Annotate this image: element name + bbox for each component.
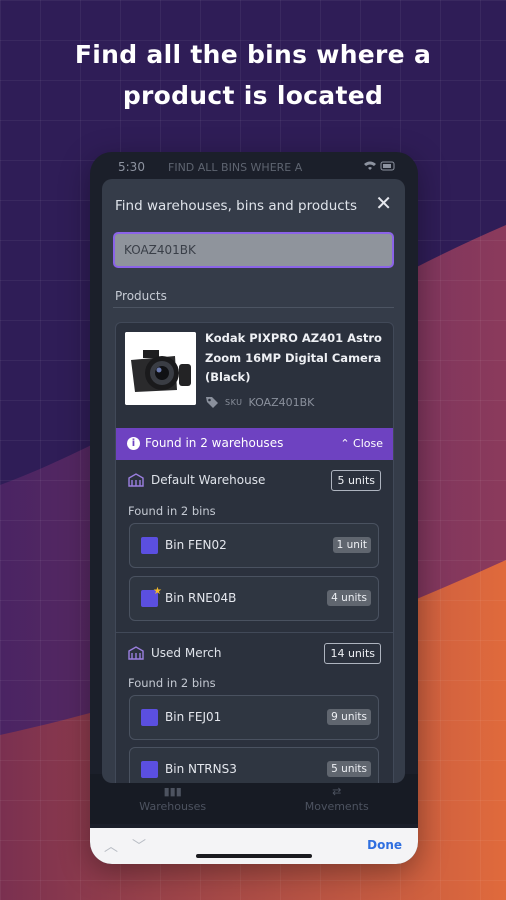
info-icon: i <box>127 437 140 450</box>
bin-icon <box>141 761 158 778</box>
product-card: Kodak PIXPRO AZ401 Astro Zoom 16MP Digit… <box>115 322 394 783</box>
wifi-icon <box>364 161 376 170</box>
bin-row[interactable]: ★ Bin RNE04B 4 units <box>129 576 379 621</box>
bin-row[interactable]: Bin FEN02 1 unit <box>129 523 379 568</box>
bin-units-badge: 4 units <box>327 590 371 606</box>
tab-warehouses[interactable]: ▮▮▮ Warehouses <box>139 785 206 813</box>
modal-title: Find warehouses, bins and products <box>115 198 357 214</box>
bin-row[interactable]: Bin NTRNS3 5 units <box>129 747 379 783</box>
found-in-bins-label: Found in 2 bins <box>128 504 216 518</box>
search-modal: Find warehouses, bins and products ✕ Pro… <box>102 179 405 783</box>
tabbar-warehouses-icon: ▮▮▮ <box>163 785 182 798</box>
status-time: 5:30 <box>118 160 145 174</box>
section-label-products: Products <box>115 289 167 303</box>
warehouse-divider <box>116 632 393 633</box>
warehouse-row[interactable]: Default Warehouse <box>128 473 265 487</box>
tab-movements[interactable]: ⇄ Movements <box>305 785 369 813</box>
found-banner-text: Found in 2 warehouses <box>145 436 284 450</box>
bin-name: Bin FEN02 <box>165 538 227 552</box>
done-button[interactable]: Done <box>367 838 402 852</box>
bin-units-badge: 1 unit <box>332 537 371 553</box>
status-icons <box>362 160 396 178</box>
tab-movements-label: Movements <box>304 800 369 813</box>
star-icon: ★ <box>153 586 162 597</box>
phone-frame: 5:30 FIND ALL BINS WHERE A ▮▮▮ Warehouse… <box>90 152 418 864</box>
bin-name: Bin NTRNS3 <box>165 762 237 776</box>
status-title: FIND ALL BINS WHERE A <box>168 161 303 174</box>
bin-name: Bin RNE04B <box>165 591 237 605</box>
next-field-chevron-down-icon[interactable]: ﹀ <box>132 836 146 856</box>
sku-label: SKU <box>225 397 243 407</box>
warehouse-units-badge: 14 units <box>324 643 381 664</box>
headline-line-2: product is located <box>122 81 384 110</box>
close-banner-label: Close <box>353 437 383 450</box>
bin-icon <box>141 537 158 554</box>
headline-line-1: Find all the bins where a <box>74 40 432 69</box>
tab-warehouses-label: Warehouses <box>139 800 207 813</box>
home-indicator <box>196 854 312 858</box>
warehouse-name: Default Warehouse <box>151 473 266 487</box>
bin-units-badge: 5 units <box>327 761 371 777</box>
previous-field-chevron-up-icon[interactable]: ︿ <box>104 836 118 856</box>
found-in-warehouses-banner: i Found in 2 warehouses ⌃ Close <box>116 428 393 460</box>
product-image <box>125 332 196 405</box>
section-divider <box>113 307 394 308</box>
product-name: Kodak PIXPRO AZ401 Astro Zoom 16MP Digit… <box>205 331 382 384</box>
warehouse-icon <box>128 473 144 487</box>
chevron-up-icon: ⌃ <box>340 437 354 450</box>
tabbar-movements-icon: ⇄ <box>332 785 342 798</box>
keyboard-accessory-bar: ︿ ﹀ Done <box>90 828 418 864</box>
bin-name: Bin FEJ01 <box>165 710 222 724</box>
found-in-bins-label: Found in 2 bins <box>128 676 216 690</box>
product-sku: SKU KOAZ401BK <box>205 395 314 409</box>
close-banner-button[interactable]: ⌃ Close <box>340 437 383 450</box>
warehouse-units-badge: 5 units <box>331 470 381 491</box>
bin-units-badge: 9 units <box>327 709 371 725</box>
search-input[interactable] <box>113 232 394 268</box>
bin-row[interactable]: Bin FEJ01 9 units <box>129 695 379 740</box>
status-bar: 5:30 FIND ALL BINS WHERE A <box>118 160 396 178</box>
warehouse-row[interactable]: Used Merch <box>128 646 221 660</box>
close-icon[interactable]: ✕ <box>375 193 392 213</box>
bin-icon <box>141 709 158 726</box>
warehouse-icon <box>128 646 144 660</box>
headline: Find all the bins where a product is loc… <box>0 34 506 116</box>
sku-value: KOAZ401BK <box>248 395 315 409</box>
warehouse-name: Used Merch <box>151 646 222 660</box>
tag-icon <box>206 397 218 408</box>
